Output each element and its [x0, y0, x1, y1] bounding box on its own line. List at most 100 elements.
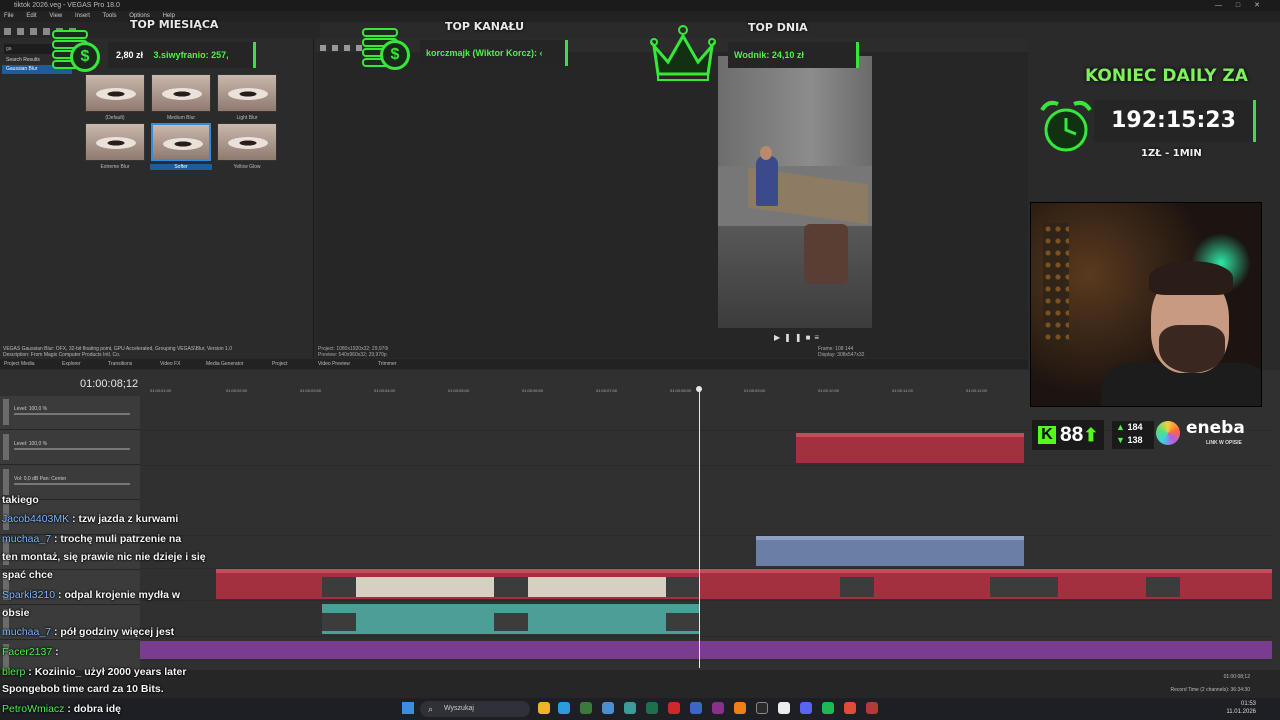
preset-medium-blur[interactable]: Medium Blur [150, 74, 212, 124]
level-slider[interactable] [14, 448, 130, 450]
vegas-icon[interactable] [646, 702, 658, 714]
save-icon[interactable] [30, 28, 37, 35]
preset-thumbnail [217, 74, 277, 112]
kick-viewers: K 88⬆ [1032, 420, 1104, 450]
video-fx-panel: ga Search Results Gaussian Blur (Default… [0, 38, 314, 358]
preset-softer[interactable]: Softer [150, 123, 212, 173]
screen: { "window": { "title": "tiktok 2026.veg … [0, 0, 1280, 720]
taskbar-search[interactable]: Wyszukaj [420, 701, 530, 717]
menu-icon[interactable]: ≡ [814, 333, 823, 342]
tab-media-generator[interactable]: Media Generator [206, 359, 244, 369]
app-icon[interactable] [712, 702, 724, 714]
fx-icon[interactable] [344, 45, 350, 51]
dock-tabs: Project Media Explorer Transitions Video… [0, 359, 1028, 369]
video-preview-panel: ▶❚❚■≡ Project: 1080x1920x32; 29,970i Pre… [316, 38, 1028, 358]
app-icon[interactable] [690, 702, 702, 714]
coins-icon: $ [358, 26, 420, 76]
audio-clip[interactable] [140, 641, 1272, 659]
windows-taskbar: Wyszukaj 01:53 11.01.2026 [0, 698, 1280, 720]
opera-icon[interactable] [668, 702, 680, 714]
chat-line: muchaa_7 : pół godziny więcej jest [2, 626, 175, 638]
fx-description: VEGAS Gaussian Blur: OFX, 32-bit floatin… [3, 346, 233, 358]
daily-countdown-title: KONIEC DAILY ZA [1085, 66, 1248, 86]
chat-line: takiego [2, 494, 39, 506]
track-lane-audio[interactable] [140, 637, 1272, 661]
tab-video-preview[interactable]: Video Preview [318, 359, 350, 369]
preset-thumbnail [85, 74, 145, 112]
window-controls[interactable]: —□✕ [1215, 0, 1274, 11]
level-slider[interactable] [14, 413, 130, 415]
chrome-icon[interactable] [580, 702, 592, 714]
file-explorer-icon[interactable] [538, 702, 550, 714]
menu-edit[interactable]: Edit [26, 13, 36, 19]
menu-view[interactable]: View [49, 13, 62, 19]
track-lane-3[interactable] [140, 466, 1272, 536]
play-icon[interactable]: ▶ [774, 333, 784, 342]
grid-icon[interactable] [332, 45, 338, 51]
clip-thumbnail [1146, 577, 1180, 597]
app-icon[interactable] [844, 702, 856, 714]
settings-icon[interactable] [320, 45, 326, 51]
preset-default[interactable]: (Default) [84, 74, 146, 124]
record-time: Record Time (2 channels): 36:34:30 [1170, 687, 1251, 693]
video-clip[interactable] [796, 433, 1024, 463]
chat-line: Spongebob time card za 10 Bits. [2, 683, 164, 695]
discord-icon[interactable] [800, 702, 812, 714]
track-header-1[interactable]: Level: 100,0 % [0, 396, 140, 430]
tab-project[interactable]: Project [272, 359, 288, 369]
volume-slider[interactable] [14, 483, 130, 485]
webcam-feed [1030, 202, 1262, 407]
track-lane-6[interactable] [140, 601, 1272, 637]
timeline: 01:00:08;12 01:00:01;00 01:00:02;00 01:0… [0, 370, 1280, 675]
app-icon[interactable] [866, 702, 878, 714]
top-channel-title: TOP KANAŁU [445, 20, 525, 33]
clip-thumbnail [666, 613, 700, 631]
tab-trimmer[interactable]: Trimmer [378, 359, 396, 369]
edge-icon[interactable] [558, 702, 570, 714]
coins-icon: $ [48, 28, 110, 78]
clip-thumbnail [840, 577, 874, 597]
menu-insert[interactable]: Insert [75, 13, 90, 19]
track-header-2[interactable]: Level: 100,0 % [0, 431, 140, 465]
new-icon[interactable] [4, 28, 11, 35]
clip-thumbnail [494, 613, 528, 631]
app-icon[interactable] [624, 702, 636, 714]
app-icon[interactable] [778, 702, 790, 714]
tab-video-fx[interactable]: Video FX [160, 359, 180, 369]
spotify-icon[interactable] [822, 702, 834, 714]
tab-transitions[interactable]: Transitions [108, 359, 132, 369]
menu-tools[interactable]: Tools [103, 13, 117, 19]
clip-thumbnail [990, 577, 1058, 597]
store-icon[interactable] [602, 702, 614, 714]
tab-project-media[interactable]: Project Media [4, 359, 35, 369]
tab-explorer[interactable]: Explorer [62, 359, 81, 369]
chat-line: Sparki3210 : odpal krojenie mydła w [2, 589, 180, 601]
preset-extreme-blur[interactable]: Extreme Blur [84, 123, 146, 173]
pause-icon[interactable]: ❚❚ [784, 333, 805, 342]
video-frame [718, 56, 872, 328]
app-icon[interactable] [734, 702, 746, 714]
arrow-up-icon: ⬆ [1083, 425, 1099, 445]
arrow-up-icon: ▲ [1116, 422, 1125, 432]
menu-file[interactable]: File [4, 13, 14, 19]
obs-icon[interactable] [756, 702, 768, 714]
timeline-cursor[interactable] [696, 386, 702, 668]
top-day-box: Wodnik: 24,10 zł [728, 42, 859, 68]
countdown-timer: 192:15:23 [1094, 100, 1256, 142]
chat-line: spać chce [2, 569, 53, 581]
rate-label: 1ZŁ - 1MIN [1141, 148, 1202, 159]
start-button[interactable] [402, 702, 414, 714]
track-lane-4[interactable] [140, 536, 1272, 569]
preset-thumbnail [151, 123, 211, 161]
preset-yellow-glow[interactable]: Yellow Glow [216, 123, 278, 173]
system-clock[interactable]: 01:53 11.01.2026 [1226, 700, 1256, 716]
video-clip[interactable] [756, 536, 1024, 566]
preset-thumbnail [217, 123, 277, 161]
open-icon[interactable] [17, 28, 24, 35]
preset-light-blur[interactable]: Light Blur [216, 74, 278, 124]
cursor-time: 01:00:08;12 [1223, 674, 1250, 680]
chat-line: blerp : Koziinio_ użył 2000 years later [2, 666, 187, 678]
chat-line: muchaa_7 : trochę muli patrzenie na [2, 533, 182, 545]
eneba-logo-icon [1156, 421, 1180, 445]
track-lane-5[interactable] [140, 569, 1272, 601]
